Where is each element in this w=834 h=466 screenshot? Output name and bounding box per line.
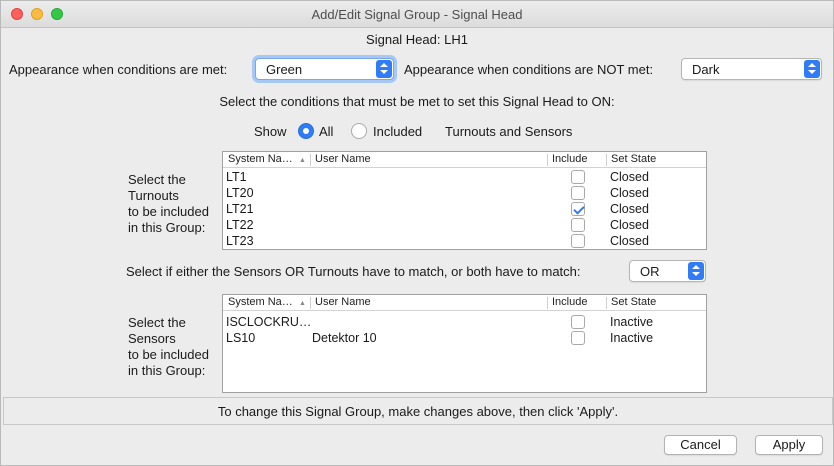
signal-head-label: Signal Head: LH1 xyxy=(366,32,468,47)
include-checkbox[interactable] xyxy=(571,186,585,200)
updown-arrows-icon xyxy=(804,60,820,78)
window-title: Add/Edit Signal Group - Signal Head xyxy=(311,7,523,22)
turnouts-table[interactable]: System Na… ▲ User Name Include Set State… xyxy=(222,151,707,250)
set-state-cell[interactable]: Closed xyxy=(610,234,649,248)
set-state-cell[interactable]: Closed xyxy=(610,202,649,216)
appearance-met-value: Green xyxy=(266,62,303,77)
table-row[interactable]: LT22 Closed xyxy=(223,217,706,233)
column-header-user-name[interactable]: User Name xyxy=(315,296,371,308)
appearance-not-met-select[interactable]: Dark xyxy=(681,58,822,80)
system-name-cell: LT1 xyxy=(226,170,247,184)
table-row[interactable]: LT23 Closed xyxy=(223,233,706,249)
title-bar: Add/Edit Signal Group - Signal Head xyxy=(1,1,833,28)
sensors-table[interactable]: System Na… ▲ User Name Include Set State… xyxy=(222,294,707,393)
updown-arrows-icon xyxy=(688,262,704,280)
info-message: To change this Signal Group, make change… xyxy=(217,404,619,419)
cancel-button[interactable]: Cancel xyxy=(664,435,737,455)
table-row[interactable]: ISCLOCKRU… Inactive xyxy=(223,314,706,330)
appearance-not-met-label: Appearance when conditions are NOT met: xyxy=(404,62,654,77)
conditions-instruction: Select the conditions that must be met t… xyxy=(219,94,615,109)
system-name-cell: LT20 xyxy=(226,186,254,200)
match-value: OR xyxy=(640,264,660,279)
system-name-cell: LS10 xyxy=(226,331,256,345)
appearance-not-met-value: Dark xyxy=(692,62,720,77)
column-header-set-state[interactable]: Set State xyxy=(611,296,656,308)
show-label: Show xyxy=(254,124,287,139)
turnouts-caption-line: in this Group: xyxy=(128,220,206,235)
column-header-set-state[interactable]: Set State xyxy=(611,153,656,165)
turnouts-caption-line: Turnouts xyxy=(128,188,179,203)
include-checkbox[interactable] xyxy=(571,315,585,329)
table-row[interactable]: LS10 Detektor 10 Inactive xyxy=(223,330,706,346)
table-row[interactable]: LT1 Closed xyxy=(223,169,706,185)
turnouts-caption-line: to be included xyxy=(128,204,209,219)
turnouts-table-header: System Na… ▲ User Name Include Set State xyxy=(223,152,706,168)
info-bar: To change this Signal Group, make change… xyxy=(3,397,833,425)
include-checkbox[interactable] xyxy=(571,331,585,345)
turnouts-caption: Select the Turnouts to be included in th… xyxy=(128,172,209,236)
include-checkbox[interactable] xyxy=(571,202,585,216)
set-state-cell[interactable]: Closed xyxy=(610,218,649,232)
sensors-table-header: System Na… ▲ User Name Include Set State xyxy=(223,295,706,311)
column-header-user-name[interactable]: User Name xyxy=(315,153,371,165)
apply-button[interactable]: Apply xyxy=(755,435,823,455)
user-name-cell: Detektor 10 xyxy=(312,331,377,345)
include-checkbox[interactable] xyxy=(571,218,585,232)
sensors-caption-line: Select the xyxy=(128,315,186,330)
sensors-caption-line: in this Group: xyxy=(128,363,206,378)
column-header-include[interactable]: Include xyxy=(552,153,587,165)
sort-arrow-icon: ▲ xyxy=(299,157,306,164)
appearance-met-label: Appearance when conditions are met: xyxy=(9,62,228,77)
column-header-include[interactable]: Include xyxy=(552,296,587,308)
system-name-cell: LT23 xyxy=(226,234,254,248)
show-included-label: Included xyxy=(373,124,423,139)
set-state-cell[interactable]: Closed xyxy=(610,186,649,200)
updown-arrows-icon xyxy=(376,60,392,78)
dialog-window: Add/Edit Signal Group - Signal Head Sign… xyxy=(0,0,834,466)
show-all-radio[interactable] xyxy=(298,123,314,139)
show-all-label: All xyxy=(319,124,334,139)
set-state-cell[interactable]: Inactive xyxy=(610,331,653,345)
system-name-cell: ISCLOCKRU… xyxy=(226,315,312,329)
column-header-system-name[interactable]: System Na… xyxy=(228,153,293,165)
show-included-radio[interactable] xyxy=(351,123,367,139)
system-name-cell: LT22 xyxy=(226,218,254,232)
set-state-cell[interactable]: Closed xyxy=(610,170,649,184)
turnouts-caption-line: Select the xyxy=(128,172,186,187)
sort-arrow-icon: ▲ xyxy=(299,300,306,307)
show-suffix-label: Turnouts and Sensors xyxy=(445,124,573,139)
column-header-system-name[interactable]: System Na… xyxy=(228,296,293,308)
match-label: Select if either the Sensors OR Turnouts… xyxy=(126,264,581,279)
set-state-cell[interactable]: Inactive xyxy=(610,315,653,329)
include-checkbox[interactable] xyxy=(571,170,585,184)
table-row[interactable]: LT21 Closed xyxy=(223,201,706,217)
sensors-caption-line: to be included xyxy=(128,347,209,362)
sensors-caption-line: Sensors xyxy=(128,331,176,346)
include-checkbox[interactable] xyxy=(571,234,585,248)
appearance-met-select[interactable]: Green xyxy=(255,58,394,80)
system-name-cell: LT21 xyxy=(226,202,254,216)
sensors-caption: Select the Sensors to be included in thi… xyxy=(128,315,209,379)
table-row[interactable]: LT20 Closed xyxy=(223,185,706,201)
match-select[interactable]: OR xyxy=(629,260,706,282)
